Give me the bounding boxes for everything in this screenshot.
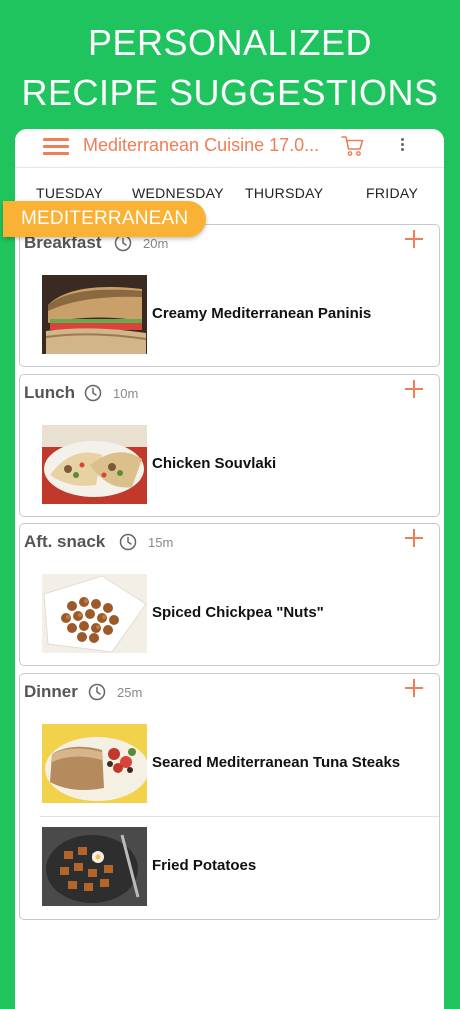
meal-card-dinner: Dinner 25m Seared Mediterranean Tuna Ste… xyxy=(19,673,440,920)
recipe-row[interactable]: Seared Mediterranean Tuna Steaks xyxy=(20,724,439,824)
recipe-name: Spiced Chickpea "Nuts" xyxy=(152,604,324,621)
meal-name: Dinner xyxy=(24,682,78,701)
headline: PERSONALIZED RECIPE SUGGESTIONS xyxy=(0,18,460,118)
meal-time: 15m xyxy=(148,535,174,550)
headline-line-2: RECIPE SUGGESTIONS xyxy=(21,72,439,113)
recipe-name: Creamy Mediterranean Paninis xyxy=(152,305,372,322)
tab-thursday[interactable]: THURSDAY xyxy=(245,185,323,201)
meal-card-lunch: Lunch 10m Chicken Souvlaki xyxy=(19,374,440,517)
meal-time: 10m xyxy=(113,386,139,401)
clock-icon xyxy=(119,533,137,551)
recipe-image-potatoes xyxy=(42,827,147,906)
meal-time: 25m xyxy=(117,685,143,700)
tab-tuesday[interactable]: TUESDAY xyxy=(36,185,103,201)
headline-line-1: PERSONALIZED xyxy=(87,22,373,63)
recipe-row[interactable]: Fried Potatoes xyxy=(20,827,439,927)
app-title[interactable]: Mediterranean Cuisine 17.0... xyxy=(83,135,333,156)
recipe-image-panini xyxy=(42,275,147,354)
cart-icon[interactable] xyxy=(341,135,365,157)
tab-wednesday[interactable]: WEDNESDAY xyxy=(132,185,224,201)
cuisine-badge: MEDITERRANEAN xyxy=(3,201,207,237)
recipe-row[interactable]: Creamy Mediterranean Paninis xyxy=(20,275,439,375)
recipe-image-chickpeas xyxy=(42,574,147,653)
clock-icon xyxy=(84,384,102,402)
recipe-name: Chicken Souvlaki xyxy=(152,455,277,472)
tab-friday[interactable]: FRIDAY xyxy=(366,185,418,201)
app-screen: Mediterranean Cuisine 17.0... TUESDAY WE… xyxy=(15,129,444,1009)
meal-card-aft-snack: Aft. snack 15m Spiced Chickpea "Nuts" xyxy=(19,523,440,666)
hamburger-menu-icon[interactable] xyxy=(43,136,69,156)
recipe-name: Fried Potatoes xyxy=(152,857,257,874)
add-recipe-button[interactable] xyxy=(404,678,424,698)
more-vert-icon[interactable] xyxy=(397,136,407,156)
recipe-image-tuna xyxy=(42,724,147,803)
meal-card-breakfast: Breakfast 20m Creamy Mediterranean Panin… xyxy=(19,224,440,367)
recipe-name: Seared Mediterranean Tuna Steaks xyxy=(152,754,401,771)
recipe-row[interactable]: Spiced Chickpea "Nuts" xyxy=(20,574,439,674)
add-recipe-button[interactable] xyxy=(404,528,424,548)
recipe-image-souvlaki xyxy=(42,425,147,504)
app-bar: Mediterranean Cuisine 17.0... xyxy=(15,129,444,168)
meal-name: Aft. snack xyxy=(24,532,106,551)
add-recipe-button[interactable] xyxy=(404,229,424,249)
add-recipe-button[interactable] xyxy=(404,379,424,399)
clock-icon xyxy=(88,683,106,701)
recipe-row[interactable]: Chicken Souvlaki xyxy=(20,425,439,525)
divider xyxy=(40,816,439,817)
meal-time: 20m xyxy=(143,236,169,251)
meal-name: Lunch xyxy=(24,383,75,402)
